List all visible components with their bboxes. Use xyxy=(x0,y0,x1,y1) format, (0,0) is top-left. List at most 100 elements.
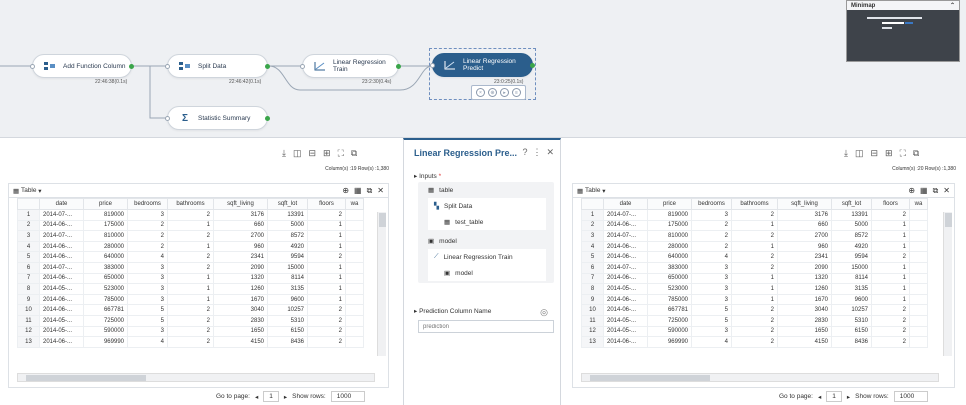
page-input[interactable]: 1 xyxy=(826,391,842,402)
output-port[interactable] xyxy=(265,116,270,121)
next-page-icon[interactable]: ▸ xyxy=(284,393,287,401)
output-port[interactable] xyxy=(265,64,270,69)
grid-icon[interactable]: ▦ xyxy=(354,186,362,196)
prev-page-icon[interactable]: ◂ xyxy=(818,393,821,401)
table-row[interactable]: 8 2014-05-... 523000 3 1 1260 3135 1 xyxy=(581,283,928,295)
table-row[interactable]: 13 2014-06-... 969990 4 2 4150 8436 2 xyxy=(17,336,364,348)
output-port[interactable] xyxy=(530,63,535,68)
vertical-scrollbar[interactable] xyxy=(943,212,952,356)
copy-icon[interactable]: ⧉ xyxy=(933,186,939,196)
column-header[interactable]: wa xyxy=(909,198,928,210)
minimap[interactable]: Minimap ⌃ xyxy=(846,0,960,62)
debug-icon[interactable]: ⊕ xyxy=(488,88,497,97)
layout-rows-icon[interactable]: ⊟ xyxy=(871,148,879,159)
expand-icon[interactable]: ⛶ xyxy=(900,148,906,159)
column-header[interactable]: sqft_living xyxy=(777,198,832,210)
column-header[interactable]: bedrooms xyxy=(127,198,168,210)
input-port[interactable] xyxy=(430,63,435,68)
layout-columns-icon[interactable]: ◫ xyxy=(293,148,302,159)
globe-icon[interactable]: ◎ xyxy=(540,307,548,318)
help-icon[interactable]: ? xyxy=(522,147,527,158)
copy-icon[interactable]: ⧉ xyxy=(367,186,373,196)
output-port[interactable] xyxy=(396,64,401,69)
next-page-icon[interactable]: ▸ xyxy=(847,393,850,401)
table-row[interactable]: 5 2014-06-... 640000 4 2 2341 9594 2 xyxy=(581,251,928,263)
table-row[interactable]: 7 2014-06-... 650000 3 1 1320 8114 1 xyxy=(17,272,364,285)
workflow-canvas[interactable]: Add Function Column 22:46:38(0.1s) Split… xyxy=(0,0,966,138)
download-icon[interactable]: ⤓ xyxy=(844,148,848,159)
column-header[interactable]: floors xyxy=(871,198,910,210)
table-row[interactable]: 8 2014-05-... 523000 3 1 1260 3135 1 xyxy=(17,283,364,295)
column-header[interactable]: sqft_living xyxy=(213,198,268,210)
table-row[interactable]: 6 2014-07-... 383000 3 2 2090 15000 1 xyxy=(17,261,364,274)
add-icon[interactable]: ⊕ xyxy=(342,186,349,196)
table-row[interactable]: 10 2014-06-... 667781 5 2 3040 10257 2 xyxy=(581,304,928,316)
close-icon[interactable]: ✕ xyxy=(546,147,554,158)
popout-icon[interactable]: ⧉ xyxy=(913,148,919,159)
grid-icon[interactable]: ▦ xyxy=(920,186,928,196)
close-icon[interactable]: ✕ xyxy=(943,186,950,196)
input-port[interactable] xyxy=(165,64,170,69)
column-header[interactable]: price xyxy=(83,198,128,210)
rows-per-page-select[interactable]: 1000 xyxy=(330,391,365,402)
input-port[interactable] xyxy=(30,64,35,69)
column-header[interactable] xyxy=(17,198,40,210)
rows-per-page-select[interactable]: 1000 xyxy=(893,391,928,402)
more-icon[interactable]: ⋮ xyxy=(532,147,541,158)
node-linear-regression-predict[interactable]: Linear Regression Predict xyxy=(430,53,535,77)
horizontal-scrollbar[interactable] xyxy=(17,373,375,382)
popout-icon[interactable]: ⧉ xyxy=(351,148,357,159)
prediction-column-input[interactable] xyxy=(418,320,554,333)
table-row[interactable]: 13 2014-06-... 969990 4 2 4150 8436 2 xyxy=(581,336,928,348)
node-linear-regression-train[interactable]: Linear Regression Train xyxy=(300,54,401,78)
column-header[interactable]: sqft_lot xyxy=(267,198,308,210)
table-row[interactable]: 4 2014-06-... 280000 2 1 960 4920 1 xyxy=(581,240,928,253)
inputs-section[interactable]: ▸ Inputs * xyxy=(414,172,441,180)
column-header[interactable]: bathrooms xyxy=(167,198,214,210)
layout-grid-icon[interactable]: ⊞ xyxy=(323,148,331,159)
output-port[interactable] xyxy=(129,64,134,69)
table-row[interactable]: 10 2014-06-... 667781 5 2 3040 10257 2 xyxy=(17,304,364,316)
column-header[interactable] xyxy=(581,198,604,210)
close-icon[interactable]: ✕ xyxy=(377,186,384,196)
table-row[interactable]: 11 2014-05-... 725000 5 2 2830 5310 2 xyxy=(17,314,364,327)
input-port[interactable] xyxy=(165,116,170,121)
table-row[interactable]: 3 2014-07-... 810000 2 2 2700 8572 1 xyxy=(17,230,364,242)
expand-icon[interactable]: ⛶ xyxy=(338,148,344,159)
column-header[interactable]: date xyxy=(603,198,648,210)
run-icon[interactable]: ▸ xyxy=(500,88,509,97)
table-row[interactable]: 2 2014-06-... 175000 2 1 660 5000 1 xyxy=(581,219,928,232)
input-port[interactable] xyxy=(300,64,305,69)
table-row[interactable]: 12 2014-05-... 590000 3 2 1650 6150 2 xyxy=(581,325,928,338)
table-row[interactable]: 6 2014-07-... 383000 3 2 2090 15000 1 xyxy=(581,261,928,274)
layout-rows-icon[interactable]: ⊟ xyxy=(309,148,317,159)
stop-icon[interactable]: × xyxy=(476,88,485,97)
page-input[interactable]: 1 xyxy=(263,391,279,402)
column-header[interactable]: date xyxy=(39,198,84,210)
prediction-column-section[interactable]: ▸ Prediction Column Name xyxy=(414,307,491,315)
column-header[interactable]: sqft_lot xyxy=(831,198,872,210)
table-row[interactable]: 2 2014-06-... 175000 2 1 660 5000 1 xyxy=(17,219,364,232)
layout-grid-icon[interactable]: ⊞ xyxy=(885,148,893,159)
column-header[interactable]: bedrooms xyxy=(691,198,732,210)
table-row[interactable]: 5 2014-06-... 640000 4 2 2341 9594 2 xyxy=(17,251,364,263)
add-icon[interactable]: ⊕ xyxy=(908,186,915,196)
horizontal-scrollbar[interactable] xyxy=(581,373,939,382)
column-header[interactable]: wa xyxy=(345,198,364,210)
table-row[interactable]: 12 2014-05-... 590000 3 2 1650 6150 2 xyxy=(17,325,364,338)
node-statistic-summary[interactable]: Σ Statistic Summary xyxy=(165,106,270,130)
layout-columns-icon[interactable]: ◫ xyxy=(855,148,864,159)
node-split-data[interactable]: Split Data xyxy=(165,54,270,78)
column-header[interactable]: price xyxy=(647,198,692,210)
node-add-function-column[interactable]: Add Function Column xyxy=(30,54,134,78)
table-row[interactable]: 9 2014-06-... 785000 3 1 1670 9600 1 xyxy=(581,293,928,306)
vertical-scrollbar[interactable] xyxy=(377,212,386,356)
prev-page-icon[interactable]: ◂ xyxy=(255,393,258,401)
column-header[interactable]: bathrooms xyxy=(731,198,778,210)
table-row[interactable]: 3 2014-07-... 810000 2 2 2700 8572 1 xyxy=(581,230,928,242)
collapse-icon[interactable]: ⌃ xyxy=(950,2,955,9)
column-header[interactable]: floors xyxy=(307,198,346,210)
menu-icon[interactable]: ≡ xyxy=(512,88,521,97)
table-row[interactable]: 1 2014-07-... 819000 3 2 3176 13391 2 xyxy=(581,209,928,221)
table-row[interactable]: 7 2014-06-... 650000 3 1 1320 8114 1 xyxy=(581,272,928,285)
